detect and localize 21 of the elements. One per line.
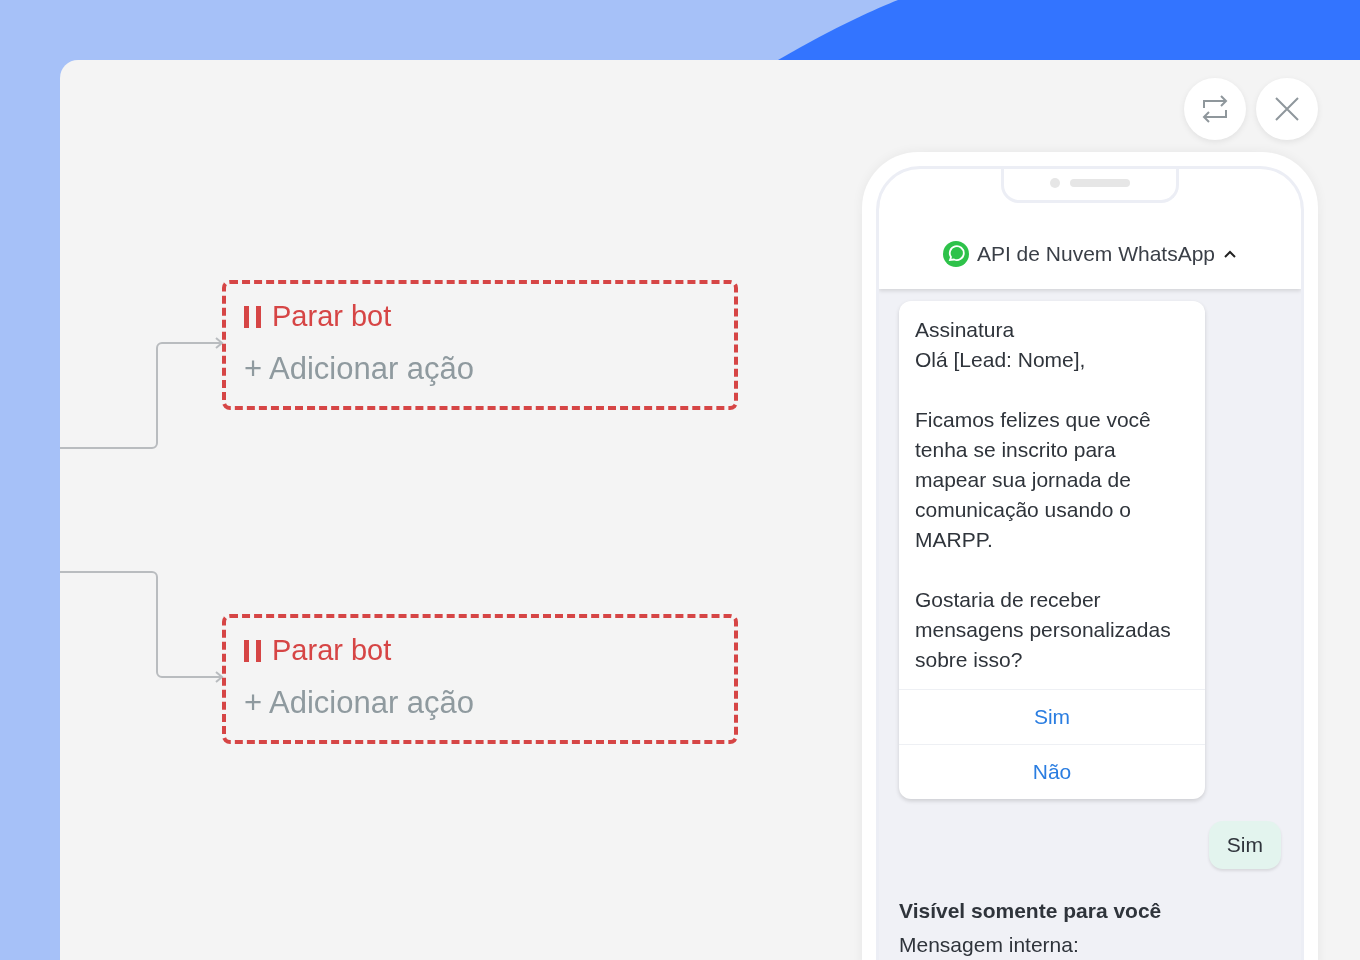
- reply-bubble: Sim: [1208, 821, 1281, 869]
- add-action-button[interactable]: + Adicionar ação: [244, 351, 475, 387]
- pause-icon: [244, 639, 262, 662]
- note-title: Visível somente para você: [899, 899, 1163, 923]
- message-text: Ficamos felizes que você tenha se inscrito para mapear sua jornada de comunicação usando o MARPP.: [915, 407, 1152, 553]
- reply-option[interactable]: Sim: [899, 689, 1205, 744]
- speaker-icon: [1070, 179, 1130, 187]
- add-action-button[interactable]: + Adicionar ação: [244, 685, 475, 721]
- message-text: Gostaria de receber mensagens personalizadas sobre isso?: [915, 587, 1172, 673]
- swap-arrows-icon: [1200, 93, 1230, 125]
- close-icon: [1274, 96, 1300, 122]
- note-text: Mensagem interna:: [899, 933, 1080, 957]
- stop-bot-button[interactable]: Parar bot: [244, 300, 392, 333]
- caret-icon: [1223, 249, 1238, 259]
- reply-option[interactable]: Não: [899, 744, 1205, 799]
- stop-bot-button[interactable]: Parar bot: [244, 634, 392, 667]
- message-text: Assinatura Olá [Lead: Nome],: [915, 317, 1087, 373]
- pause-icon: [244, 305, 262, 328]
- chat-bubble-icon: [942, 241, 969, 267]
- channel-selector[interactable]: API de Nuvem WhatsApp: [942, 241, 1238, 267]
- camera-icon: [1050, 178, 1060, 188]
